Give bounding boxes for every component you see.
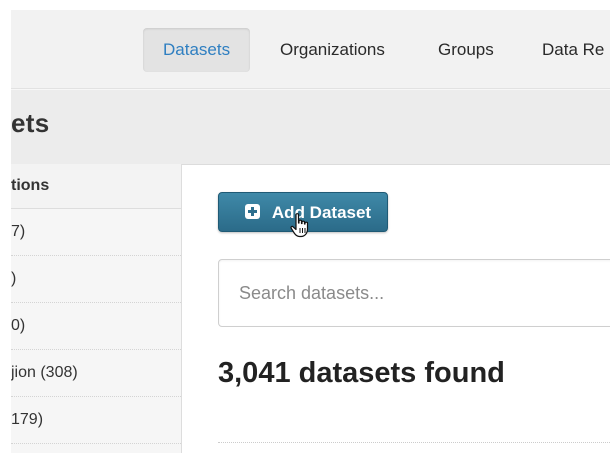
main-content: Add Dataset 3,041 datasets found bbox=[182, 164, 610, 453]
hand-pointer-icon bbox=[290, 213, 309, 238]
results-divider bbox=[218, 442, 610, 443]
main-navbar: Datasets Organizations Groups Data Re bbox=[11, 10, 610, 89]
nav-groups[interactable]: Groups bbox=[438, 28, 494, 72]
facet-heading: tions bbox=[11, 164, 181, 209]
search-datasets-input[interactable] bbox=[218, 259, 610, 327]
nav-datasets[interactable]: Datasets bbox=[143, 28, 251, 72]
add-dataset-label: Add Dataset bbox=[271, 203, 372, 222]
page-header: ets bbox=[11, 89, 610, 165]
facet-item[interactable]: 0) bbox=[11, 303, 181, 350]
plus-square-icon bbox=[244, 204, 260, 219]
facet-sidebar: tions 7) ) 0) jion (308) 179) bbox=[11, 164, 182, 453]
page-title: ets bbox=[11, 108, 50, 138]
facet-item[interactable]: 179) bbox=[11, 397, 181, 444]
nav-organizations[interactable]: Organizations bbox=[280, 28, 385, 72]
facet-item[interactable]: 7) bbox=[11, 209, 181, 256]
facet-item[interactable]: jion (308) bbox=[11, 350, 181, 397]
nav-data-requests[interactable]: Data Re bbox=[542, 28, 604, 72]
facet-item[interactable]: ) bbox=[11, 256, 181, 303]
results-count: 3,041 datasets found bbox=[218, 357, 505, 389]
window-edge bbox=[0, 0, 11, 453]
